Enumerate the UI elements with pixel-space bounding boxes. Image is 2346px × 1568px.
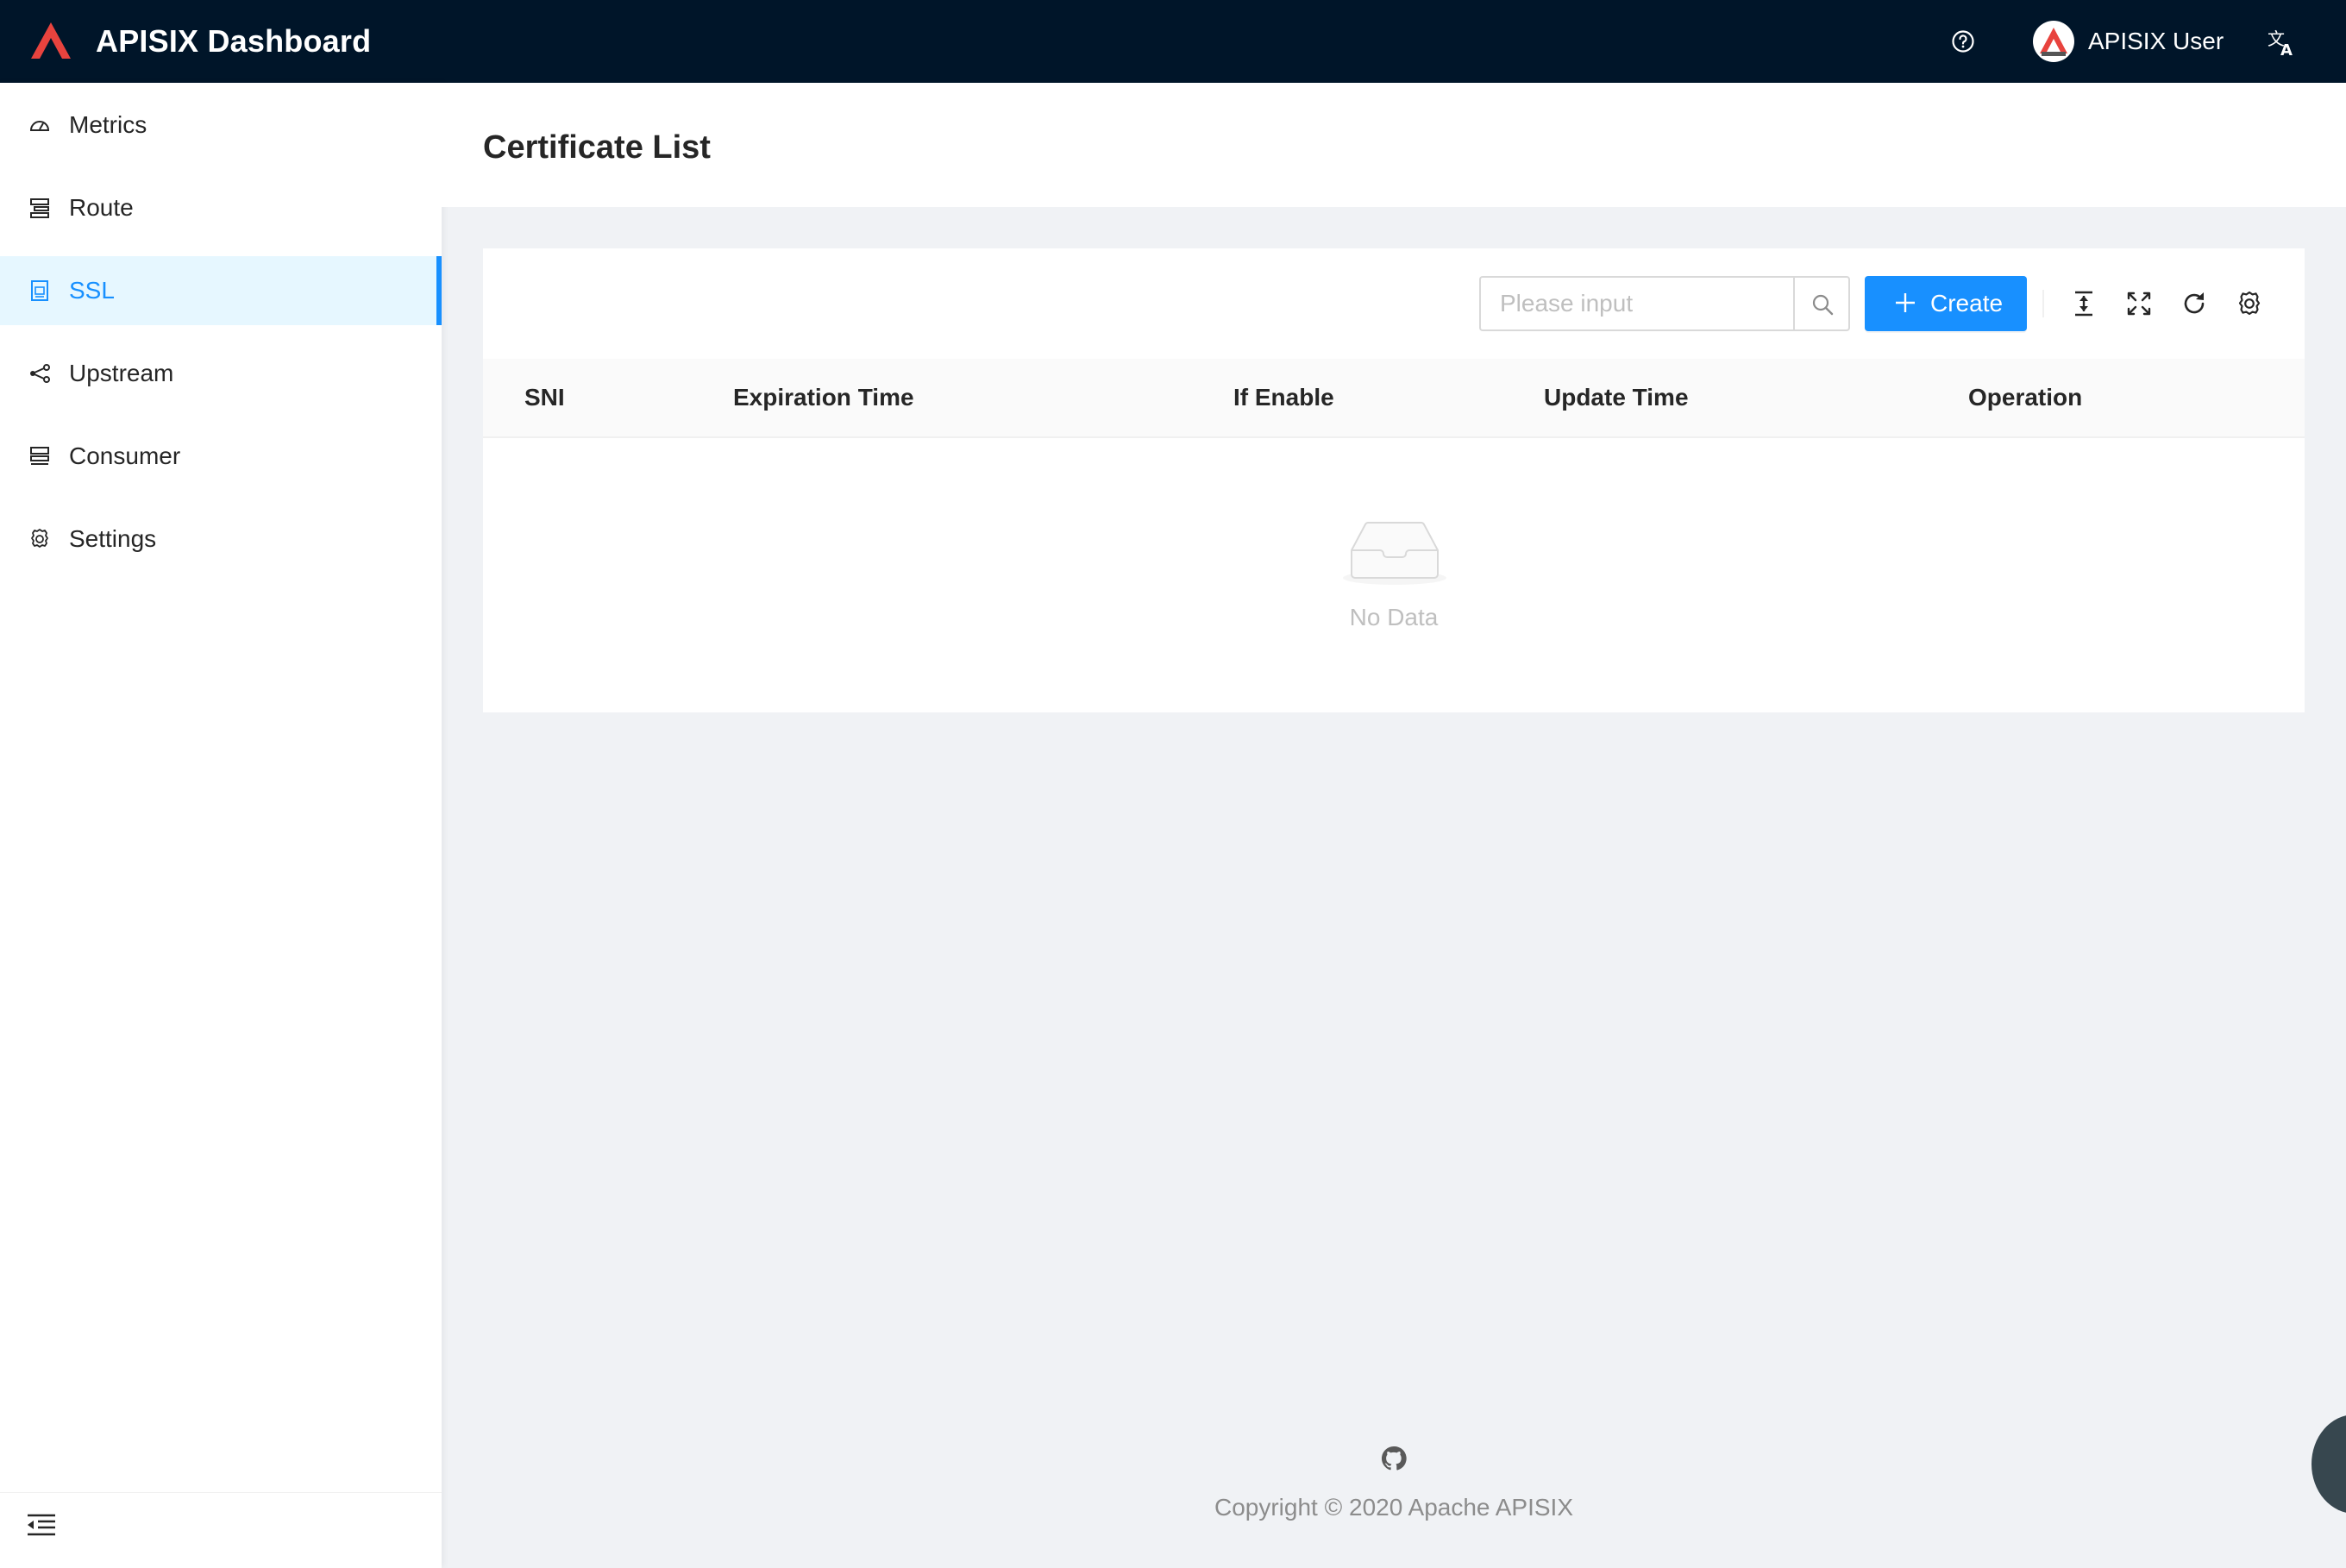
app-title[interactable]: APISIX Dashboard: [96, 22, 371, 60]
column-header-update-time[interactable]: Update Time: [1544, 381, 1689, 414]
sidebar-item-consumer[interactable]: Consumer: [0, 422, 442, 491]
column-height-icon[interactable]: [2070, 290, 2098, 317]
ssl-icon: [31, 280, 48, 301]
menu-fold-icon[interactable]: [26, 1512, 57, 1538]
sidebar-item-label: SSL: [69, 277, 115, 304]
empty-text: No Data: [1349, 604, 1439, 630]
svg-text:A: A: [2280, 41, 2293, 57]
dashboard-icon: [29, 121, 50, 131]
page-title: Certificate List: [483, 129, 711, 166]
create-button-label: Create: [1930, 290, 2004, 317]
top-header: APISIX Dashboard APISIX User 文 A: [0, 0, 2346, 83]
apisix-logo-icon[interactable]: [29, 21, 72, 60]
reload-icon[interactable]: [2180, 290, 2208, 317]
column-header-if-enable[interactable]: If Enable: [1233, 381, 1334, 414]
create-button[interactable]: Create: [1865, 276, 2027, 331]
copyright-text: Copyright © 2020 Apache APISIX: [1214, 1494, 1573, 1521]
table-header: SNI Expiration Time If Enable Update Tim…: [483, 359, 2305, 438]
sidebar-item-upstream[interactable]: Upstream: [0, 339, 442, 408]
user-name[interactable]: APISIX User: [2088, 26, 2224, 57]
sidebar-item-label: Metrics: [69, 111, 147, 138]
sidebar-item-route[interactable]: Route: [0, 173, 442, 242]
sidebar-item-label: Upstream: [69, 360, 174, 386]
sidebar-item-settings[interactable]: Settings: [0, 505, 442, 574]
gear-icon: [31, 529, 48, 548]
avatar[interactable]: [2033, 21, 2074, 62]
empty-inbox-icon: [1343, 521, 1446, 585]
fullscreen-icon[interactable]: [2125, 290, 2153, 317]
upstream-icon: [30, 364, 50, 383]
apisix-avatar-icon: [2040, 28, 2067, 56]
sidebar-item-label: Consumer: [69, 442, 181, 469]
search-icon: [1812, 294, 1834, 316]
sidebar-item-label: Settings: [69, 525, 157, 552]
sidebar-item-label: Route: [69, 194, 134, 221]
route-icon: [30, 198, 49, 218]
sidebar-item-ssl[interactable]: SSL: [0, 256, 442, 325]
question-circle-icon[interactable]: [1951, 29, 1975, 53]
sidebar-item-metrics[interactable]: Metrics: [0, 91, 442, 160]
table-card: Create SNI Expiration Time If Enable Upd…: [483, 248, 2305, 712]
search-button[interactable]: [1793, 276, 1850, 331]
search-input[interactable]: [1479, 276, 1793, 331]
translation-icon[interactable]: 文 A: [2267, 28, 2298, 57]
toolbar-divider: [2042, 290, 2044, 317]
page-header: Certificate List: [442, 83, 2346, 207]
column-header-operation[interactable]: Operation: [1968, 381, 2082, 414]
column-header-expiration-time[interactable]: Expiration Time: [733, 381, 914, 414]
sidebar: Metrics Route SSL Upstream Consumer Sett…: [0, 83, 442, 1568]
setting-icon[interactable]: [2236, 290, 2263, 317]
plus-icon: [1896, 293, 1915, 312]
sidebar-divider: [0, 1492, 442, 1493]
github-icon[interactable]: [1380, 1445, 1408, 1472]
column-header-sni[interactable]: SNI: [524, 381, 565, 414]
consumer-icon: [30, 447, 49, 465]
